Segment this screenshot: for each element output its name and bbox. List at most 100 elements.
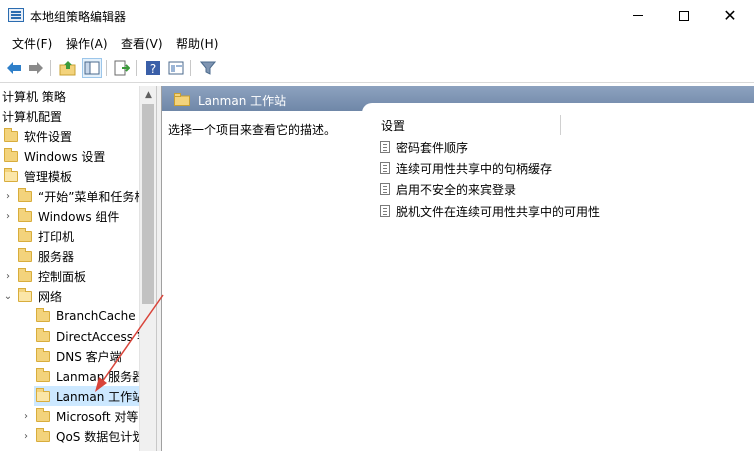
setting-label: 脱机文件在连续可用性共享中的可用性 <box>396 204 601 219</box>
tree-item-microsoft-p2p[interactable]: › Microsoft 对等 <box>20 406 138 426</box>
tree-item-start-menu[interactable]: › “开始”菜单和任务栏 <box>2 186 146 206</box>
tree-item-label: 服务器 <box>38 249 75 264</box>
tree-item-label: QoS 数据包计划 <box>56 429 145 444</box>
chevron-right-icon[interactable]: › <box>2 211 14 222</box>
tree-item-software-settings[interactable]: 软件设置 <box>4 126 72 146</box>
tree-item-lanman-server[interactable]: Lanman 服务器 <box>36 366 144 386</box>
details-header-title: Lanman 工作站 <box>198 94 287 108</box>
tree-item-label: 软件设置 <box>24 129 73 144</box>
chevron-down-icon[interactable]: ⌄ <box>2 291 14 302</box>
menu-view[interactable]: 查看(V) <box>121 35 163 52</box>
settings-column-header[interactable]: 设置 <box>381 117 405 134</box>
menu-help[interactable]: 帮助(H) <box>176 35 218 52</box>
filter-button[interactable] <box>198 58 218 78</box>
folder-open-icon <box>174 93 190 106</box>
folder-icon <box>36 407 50 422</box>
tree-item-label: 打印机 <box>38 229 75 244</box>
policy-editor-app-icon <box>8 8 24 22</box>
properties-icon <box>168 61 184 75</box>
tree-item-windows-settings[interactable]: Windows 设置 <box>4 146 105 166</box>
help-icon: ? <box>146 61 160 76</box>
chevron-right-icon[interactable]: › <box>2 271 14 282</box>
tree-item-label: BranchCache <box>56 309 136 323</box>
scrollbar-thumb[interactable] <box>142 104 154 304</box>
setting-item[interactable]: 脱机文件在连续可用性共享中的可用性 <box>380 201 600 221</box>
tree-item-directaccess[interactable]: DirectAccess 客户端 <box>36 326 156 346</box>
maximize-button[interactable] <box>661 0 707 31</box>
close-icon: ✕ <box>723 5 737 25</box>
minimize-icon <box>633 15 643 16</box>
tree-scrollbar[interactable]: ▲ <box>139 86 156 451</box>
folder-icon <box>36 367 50 382</box>
tree-item-control-panel[interactable]: › 控制面板 <box>2 266 86 286</box>
tree-item-branchcache[interactable]: BranchCache <box>36 306 136 326</box>
setting-label: 启用不安全的来宾登录 <box>396 182 517 197</box>
folder-open-icon <box>36 387 50 402</box>
tree-item-lanman-workstation[interactable]: Lanman 工作站 <box>34 386 154 406</box>
export-list-button[interactable] <box>112 58 132 78</box>
policy-setting-icon <box>380 162 390 174</box>
folder-icon <box>18 227 32 242</box>
setting-label: 连续可用性共享中的句柄缓存 <box>396 161 553 176</box>
toolbar-separator <box>136 60 137 76</box>
column-divider[interactable] <box>560 115 561 135</box>
close-button[interactable]: ✕ <box>707 0 753 31</box>
up-folder-icon <box>59 61 76 76</box>
title-bar: 本地组策略编辑器 ✕ <box>0 0 754 31</box>
chevron-right-icon[interactable]: › <box>2 191 14 202</box>
back-button[interactable] <box>4 58 24 78</box>
menu-file[interactable]: 文件(F) <box>12 35 52 52</box>
tree-item-label: 网络 <box>38 289 63 304</box>
chevron-right-icon[interactable]: › <box>20 431 32 442</box>
tree-item-label: Lanman 服务器 <box>56 369 145 384</box>
toolbar-separator <box>106 60 107 76</box>
show-hide-tree-icon <box>84 61 100 75</box>
forward-button[interactable] <box>26 58 46 78</box>
policy-setting-icon <box>380 205 390 217</box>
tree-item-label: 计算机 策略 <box>2 89 66 104</box>
setting-item[interactable]: 连续可用性共享中的句柄缓存 <box>380 158 552 178</box>
help-button[interactable]: ? <box>143 58 163 78</box>
folder-icon <box>36 307 50 322</box>
tree-item-qos[interactable]: › QoS 数据包计划 <box>20 426 144 446</box>
folder-icon <box>18 247 32 262</box>
tree-item-dns-client[interactable]: DNS 客户端 <box>36 346 122 366</box>
menu-action[interactable]: 操作(A) <box>66 35 108 52</box>
toolbar-separator <box>190 60 191 76</box>
tree-item-label: Windows 设置 <box>24 149 106 164</box>
back-arrow-icon <box>7 62 21 74</box>
tree-item-label: Windows 组件 <box>38 209 120 224</box>
export-list-icon <box>114 60 130 76</box>
scroll-up-arrow-icon[interactable]: ▲ <box>140 86 157 103</box>
tree-item-label: 计算机配置 <box>2 109 63 124</box>
tree-item-printers[interactable]: 打印机 <box>18 226 74 246</box>
tree-item-label: Microsoft 对等 <box>56 409 139 424</box>
folder-icon <box>36 427 50 442</box>
setting-item[interactable]: 启用不安全的来宾登录 <box>380 179 516 199</box>
folder-open-icon <box>4 167 18 182</box>
tree-item-label: Lanman 工作站 <box>56 389 145 404</box>
folder-icon <box>18 207 32 222</box>
description-text: 选择一个项目来查看它的描述。 <box>168 123 337 137</box>
folder-icon <box>18 187 32 202</box>
tree-item-label: 控制面板 <box>38 269 87 284</box>
tree-item-admin-templates[interactable]: 管理模板 <box>4 166 72 186</box>
tree-item-server[interactable]: 服务器 <box>18 246 74 266</box>
minimize-button[interactable] <box>615 0 661 31</box>
tree-item-computer-policy[interactable]: 计算机 策略 <box>2 86 66 106</box>
tree-item-computer-config[interactable]: 计算机配置 <box>2 106 62 126</box>
folder-icon <box>36 347 50 362</box>
toolbar: ? <box>0 55 754 83</box>
tree-item-label: 管理模板 <box>24 169 73 184</box>
policy-setting-icon <box>380 141 390 153</box>
setting-item[interactable]: 密码套件顺序 <box>380 137 468 157</box>
properties-button[interactable] <box>166 58 186 78</box>
show-hide-tree-button[interactable] <box>82 58 102 78</box>
maximize-icon <box>679 10 689 21</box>
tree-item-network[interactable]: ⌄ 网络 <box>2 286 62 306</box>
folder-icon <box>36 327 50 342</box>
up-one-level-button[interactable] <box>58 58 78 78</box>
chevron-right-icon[interactable]: › <box>20 411 32 422</box>
tree-item-label: DNS 客户端 <box>56 349 122 364</box>
tree-item-windows-components[interactable]: › Windows 组件 <box>2 206 119 226</box>
